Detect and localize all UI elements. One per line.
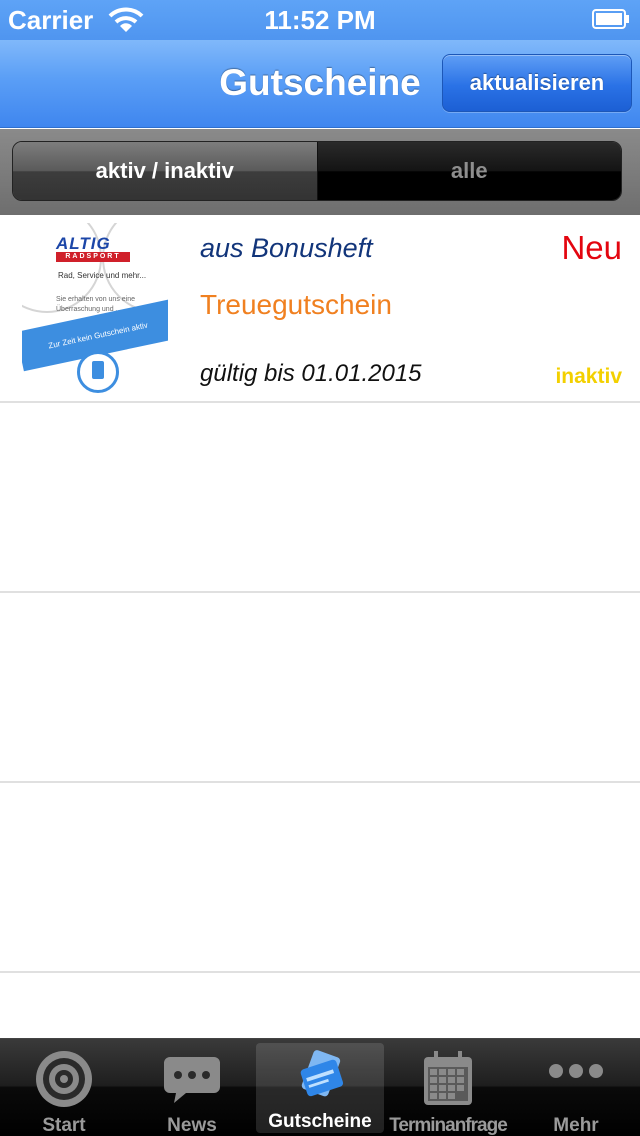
segment-toolbar: aktiv / inaktiv alle [0,129,640,215]
empty-row [0,785,640,973]
tab-label: Terminanfrage [389,1115,508,1136]
navigation-bar: Gutscheine aktualisieren [0,40,640,128]
more-dots-icon [549,1064,603,1078]
thumbnail-tagline: Rad, Service und mehr... [58,271,147,280]
target-icon [36,1051,92,1107]
lock-icon [77,351,119,393]
filter-segmented-control: aktiv / inaktiv alle [12,141,622,201]
tab-label: Gutscheine [268,1111,372,1132]
voucher-validity: gültig bis 01.01.2015 [200,360,422,387]
altig-logo: ALTIG RADSPORT [56,235,130,267]
tab-start[interactable]: Start [0,1039,128,1136]
refresh-button[interactable]: aktualisieren [442,54,632,112]
tab-bar: Start News Gutscheine Terminanfrage Mehr [0,1038,640,1136]
clock: 11:52 PM [264,5,376,35]
tab-label: Mehr [553,1115,599,1136]
voucher-row[interactable]: ALTIG RADSPORT Rad, Service und mehr... … [0,215,640,403]
empty-row [0,595,640,783]
segment-all[interactable]: alle [317,142,621,200]
new-badge: Neu [561,229,622,266]
voucher-name: Treuegutschein [200,289,392,320]
tab-gutscheine[interactable]: Gutscheine [256,1043,384,1133]
voucher-list: ALTIG RADSPORT Rad, Service und mehr... … [0,215,640,1038]
segment-active-inactive[interactable]: aktiv / inaktiv [13,142,318,200]
tab-news[interactable]: News [128,1039,256,1136]
tab-label: Start [42,1115,86,1136]
voucher-thumbnail: ALTIG RADSPORT Rad, Service und mehr... … [22,223,168,393]
voucher-source: aus Bonusheft [200,233,373,263]
status-bar: Carrier 11:52 PM [0,0,640,40]
empty-row [0,405,640,593]
battery-icon [592,9,629,29]
chat-bubble-icon [164,1057,220,1103]
tab-terminanfrage[interactable]: Terminanfrage [384,1039,512,1136]
calendar-icon [424,1051,472,1105]
tab-mehr[interactable]: Mehr [512,1039,640,1136]
voucher-status: inaktiv [555,365,622,388]
tab-label: News [167,1115,217,1136]
voucher-cards-icon [300,1050,344,1097]
